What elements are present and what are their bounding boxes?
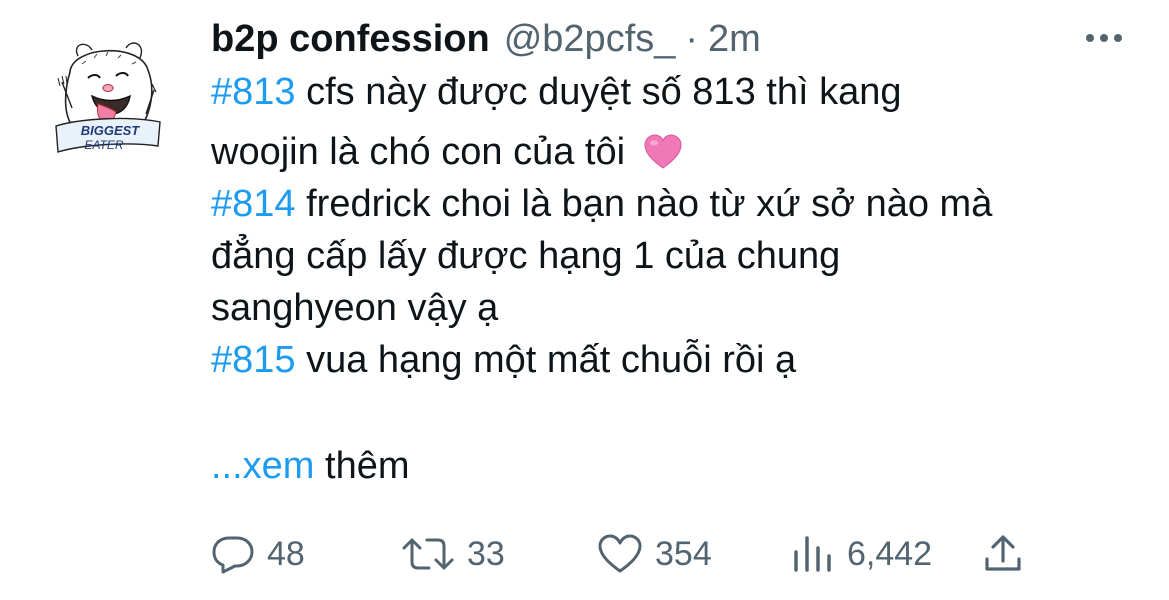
hashtag-link[interactable]: #813 — [211, 71, 296, 113]
more-horizontal-icon — [1086, 34, 1122, 42]
views-icon — [794, 536, 831, 572]
author-name[interactable]: b2p confession — [211, 18, 490, 61]
tweet-actions: 48 33 354 6,442 — [211, 526, 1111, 582]
avatar[interactable]: BIGGEST EATER — [42, 34, 170, 164]
avatar-text-line-1: BIGGEST — [81, 123, 141, 138]
views-button[interactable]: 6,442 — [791, 526, 932, 582]
retweet-icon — [402, 538, 454, 570]
like-count: 354 — [655, 534, 712, 573]
tweet-text: woojin là chó con của tôi — [211, 131, 626, 173]
avatar-drawing: BIGGEST EATER — [55, 42, 161, 153]
tweet-text: đẳng cấp lấy được hạng 1 của chung — [211, 235, 841, 277]
tweet-text: cfs này được duyệt số 813 thì kang — [295, 71, 902, 113]
retweet-count: 33 — [467, 534, 505, 573]
views-count: 6,442 — [847, 534, 933, 573]
avatar-text-line-2: EATER — [84, 138, 123, 152]
tweet-body: #813 cfs này được duyệt số 813 thì kang … — [211, 66, 1151, 386]
tweet-line: đẳng cấp lấy được hạng 1 của chung — [211, 230, 1151, 282]
share-icon — [985, 535, 1021, 571]
tweet-line: #814 fredrick choi là bạn nào từ xứ sở n… — [211, 178, 1151, 230]
reply-count: 48 — [267, 534, 305, 573]
tweet-timestamp[interactable]: 2m — [708, 18, 761, 61]
share-button[interactable] — [983, 526, 1023, 582]
see-more: ...xem thêm — [211, 441, 410, 491]
tweet-line: woojin là chó con của tôi — [211, 126, 1151, 178]
more-options-button[interactable] — [1082, 30, 1126, 46]
tweet-text: vua hạng một mất chuỗi rồi ạ — [295, 339, 797, 381]
tweet-line: #815 vua hạng một mất chuỗi rồi ạ — [211, 334, 1151, 386]
retweet-button[interactable]: 33 — [401, 526, 505, 582]
tweet-line: #813 cfs này được duyệt số 813 thì kang — [211, 66, 1151, 118]
tweet-header: b2p confession @b2pcfs_ · 2m — [211, 14, 761, 64]
like-icon — [598, 534, 642, 573]
like-button[interactable]: 354 — [597, 526, 712, 582]
hashtag-link[interactable]: #815 — [211, 339, 296, 381]
tweet-line: sanghyeon vậy ạ — [211, 282, 1151, 334]
pink-heart-emoji — [644, 132, 682, 184]
see-more-text: thêm — [314, 445, 410, 487]
reply-button[interactable]: 48 — [211, 526, 305, 582]
reply-icon — [212, 536, 254, 574]
separator-dot: · — [685, 17, 699, 60]
author-handle[interactable]: @b2pcfs_ — [504, 18, 676, 61]
hashtag-link[interactable]: #814 — [211, 183, 296, 225]
see-more-link[interactable]: ...xem — [211, 445, 314, 487]
tweet-text: fredrick choi là bạn nào từ xứ sở nào mà — [295, 183, 993, 225]
tweet-text: sanghyeon vậy ạ — [211, 287, 499, 329]
